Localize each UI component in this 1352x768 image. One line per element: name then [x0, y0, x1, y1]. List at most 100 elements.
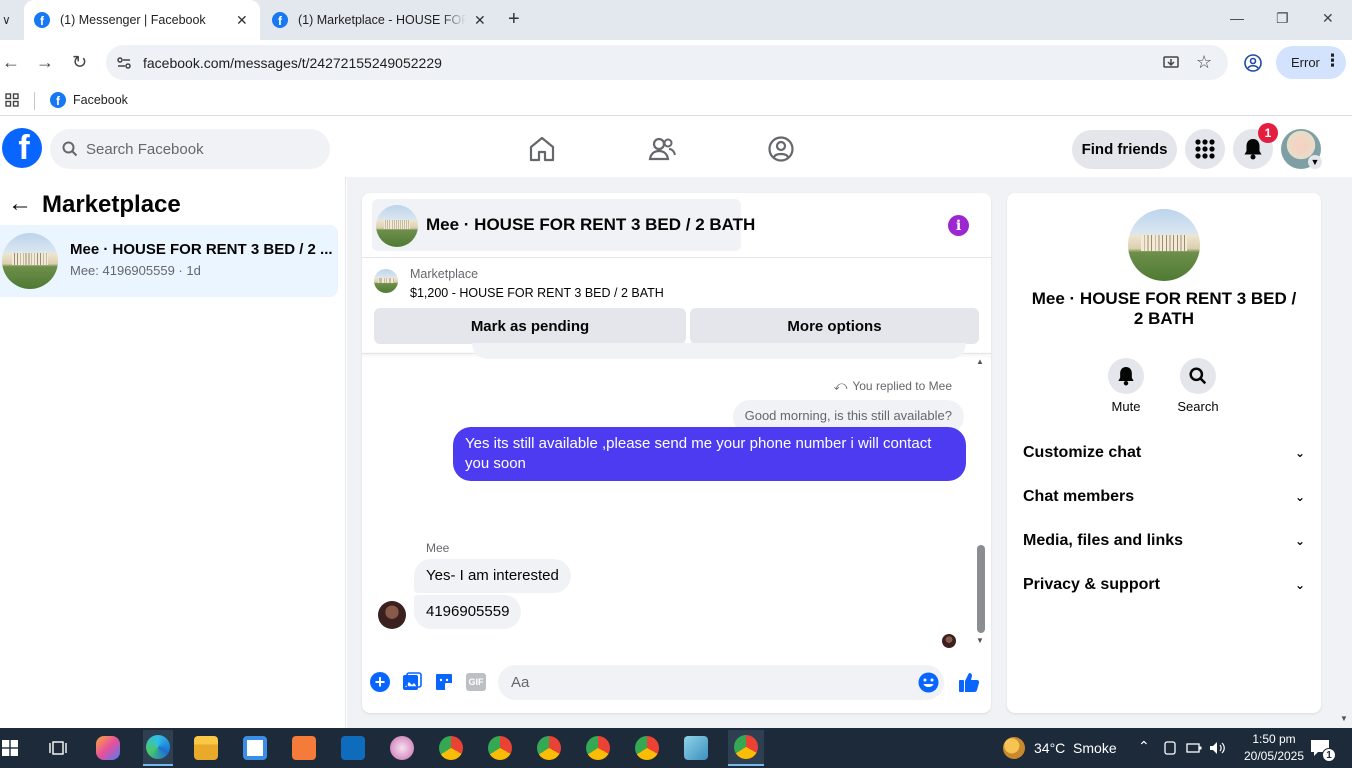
groups-icon[interactable] — [767, 135, 795, 163]
reply-indicator: ⤺ You replied to Mee — [833, 378, 952, 394]
chrome-icon-active[interactable] — [728, 730, 764, 766]
replied-label: You replied to Mee — [852, 379, 952, 393]
menu-button[interactable] — [1185, 129, 1225, 169]
mute-button[interactable]: Mute — [1105, 358, 1147, 414]
url-text: facebook.com/messages/t/2427215524905222… — [143, 54, 442, 71]
page-scroll-down-icon[interactable]: ▼ — [1340, 714, 1348, 723]
volume-icon[interactable] — [1209, 741, 1225, 755]
site-info-icon[interactable] — [116, 55, 132, 71]
new-tab-button[interactable]: + — [508, 8, 520, 31]
clock-date[interactable]: 20/05/2025 — [1236, 749, 1312, 763]
omnibox[interactable]: facebook.com/messages/t/2427215524905222… — [106, 45, 1228, 80]
chat-header-card[interactable]: Mee · HOUSE FOR RENT 3 BED / 2 BATH — [372, 199, 755, 251]
apps-grid-icon[interactable] — [5, 93, 19, 107]
app-icon-orange[interactable] — [292, 736, 316, 760]
mark-as-pending-button[interactable]: Mark as pending — [374, 308, 686, 344]
scroll-down-icon[interactable]: ▼ — [976, 636, 984, 645]
back-arrow-icon[interactable]: ← — [8, 190, 32, 218]
listing-mini-thumbnail — [374, 269, 398, 293]
message-input[interactable]: Aa — [498, 665, 944, 700]
privacy-support-section[interactable]: Privacy & support ⌄ — [1023, 576, 1305, 594]
tray-app-icon[interactable] — [1163, 741, 1177, 755]
tab-messenger[interactable]: f (1) Messenger | Facebook ✕ — [24, 0, 260, 40]
conversation-preview: Mee: 4196905559 — [70, 263, 175, 278]
find-friends-button[interactable]: Find friends — [1072, 130, 1177, 169]
microsoft-store-icon[interactable] — [243, 736, 267, 760]
edge-icon[interactable] — [143, 730, 173, 766]
menu-grid-icon — [1195, 139, 1215, 159]
notepad-icon[interactable] — [684, 736, 708, 760]
message-scrollbar[interactable] — [977, 545, 985, 633]
info-name: Mee · HOUSE FOR RENT 3 BED / 2 BATH — [1031, 289, 1297, 328]
sticker-icon[interactable] — [434, 672, 454, 692]
received-message[interactable]: Yes- I am interested — [414, 559, 571, 593]
bookmark-facebook[interactable]: f Facebook — [50, 92, 128, 108]
media-files-links-section[interactable]: Media, files and links ⌄ — [1023, 532, 1305, 550]
received-message[interactable]: 4196905559 — [414, 595, 522, 629]
kebab-menu-icon[interactable]: ⋮ — [1324, 51, 1341, 71]
chat-info-button[interactable]: i — [948, 215, 969, 236]
search-input[interactable]: Search Facebook — [50, 129, 330, 169]
gif-icon[interactable]: GIF — [466, 673, 486, 691]
account-chevron-icon[interactable]: ▼ — [1308, 155, 1322, 169]
weather-icon[interactable] — [1003, 737, 1025, 759]
windows-start-icon[interactable] — [2, 740, 18, 756]
file-explorer-icon[interactable] — [194, 736, 218, 760]
tab-title: (1) Marketplace - HOUSE FOR RENT 3 BED /… — [298, 13, 466, 27]
chrome-icon[interactable] — [537, 736, 561, 760]
profile-icon[interactable] — [1244, 54, 1262, 72]
chevron-down-icon: ⌄ — [1294, 534, 1305, 548]
sent-message[interactable]: Yes its still available ,please send me … — [453, 427, 966, 481]
copilot-icon[interactable] — [96, 736, 120, 760]
close-tab-icon[interactable]: ✕ — [236, 12, 248, 29]
chrome-icon[interactable] — [488, 736, 512, 760]
forward-icon[interactable]: → — [36, 52, 54, 73]
outlook-icon[interactable] — [341, 736, 365, 760]
friends-icon[interactable] — [648, 135, 676, 163]
photo-icon[interactable] — [402, 672, 422, 692]
emoji-icon[interactable] — [918, 672, 939, 693]
battery-icon[interactable] — [1186, 742, 1202, 754]
paint-icon[interactable] — [390, 736, 414, 760]
chat-members-section[interactable]: Chat members ⌄ — [1023, 488, 1305, 506]
bookmarks-bar: f Facebook — [0, 86, 1352, 116]
weather-text[interactable]: 34°C Smoke — [1034, 740, 1117, 756]
bookmark-star-icon[interactable]: ☆ — [1196, 52, 1212, 73]
search-label: Search — [1177, 399, 1219, 414]
back-icon[interactable]: ← — [2, 52, 20, 73]
chat-title: Mee · HOUSE FOR RENT 3 BED / 2 BATH — [426, 215, 756, 234]
more-options-button[interactable]: More options — [690, 308, 979, 344]
search-conversation-button[interactable]: Search — [1173, 358, 1223, 414]
tray-chevron-icon[interactable]: ⌃ — [1138, 738, 1150, 755]
bookmark-label: Facebook — [73, 93, 128, 107]
error-chip[interactable]: Error ⋮ — [1276, 46, 1346, 79]
minimize-icon[interactable]: — — [1230, 10, 1244, 26]
notification-badge: 1 — [1258, 123, 1278, 143]
facebook-favicon-icon: f — [272, 12, 288, 28]
close-window-icon[interactable]: ✕ — [1322, 10, 1334, 27]
conversation-item[interactable]: Mee · HOUSE FOR RENT 3 BED / 2 ... Mee: … — [0, 225, 338, 297]
like-icon[interactable] — [958, 671, 980, 693]
customize-chat-section[interactable]: Customize chat ⌄ — [1023, 444, 1305, 462]
listing-thumbnail — [2, 233, 58, 289]
chrome-icon[interactable] — [439, 736, 463, 760]
add-more-icon[interactable]: + — [370, 672, 390, 692]
search-icon — [1189, 367, 1207, 385]
restore-icon[interactable]: ❐ — [1276, 10, 1289, 27]
tab-list-icon[interactable]: ∨ — [2, 13, 11, 27]
chrome-icon[interactable] — [586, 736, 610, 760]
chrome-icon[interactable] — [635, 736, 659, 760]
install-app-icon[interactable] — [1162, 54, 1180, 72]
scroll-up-icon[interactable]: ▲ — [976, 357, 984, 366]
listing-title[interactable]: $1,200 - HOUSE FOR RENT 3 BED / 2 BATH — [410, 286, 664, 300]
reload-icon[interactable]: ↻ — [72, 52, 87, 73]
chevron-down-icon: ⌄ — [1294, 578, 1305, 592]
close-tab-icon[interactable]: ✕ — [474, 12, 486, 29]
task-view-icon[interactable] — [49, 739, 67, 757]
facebook-logo-icon[interactable]: f — [2, 128, 42, 168]
home-icon[interactable] — [528, 135, 556, 163]
clock-time[interactable]: 1:50 pm — [1244, 732, 1304, 746]
tab-marketplace[interactable]: f (1) Marketplace - HOUSE FOR RENT 3 BED… — [262, 0, 498, 40]
bell-icon — [1118, 367, 1134, 386]
section-label: Customize chat — [1023, 444, 1142, 461]
